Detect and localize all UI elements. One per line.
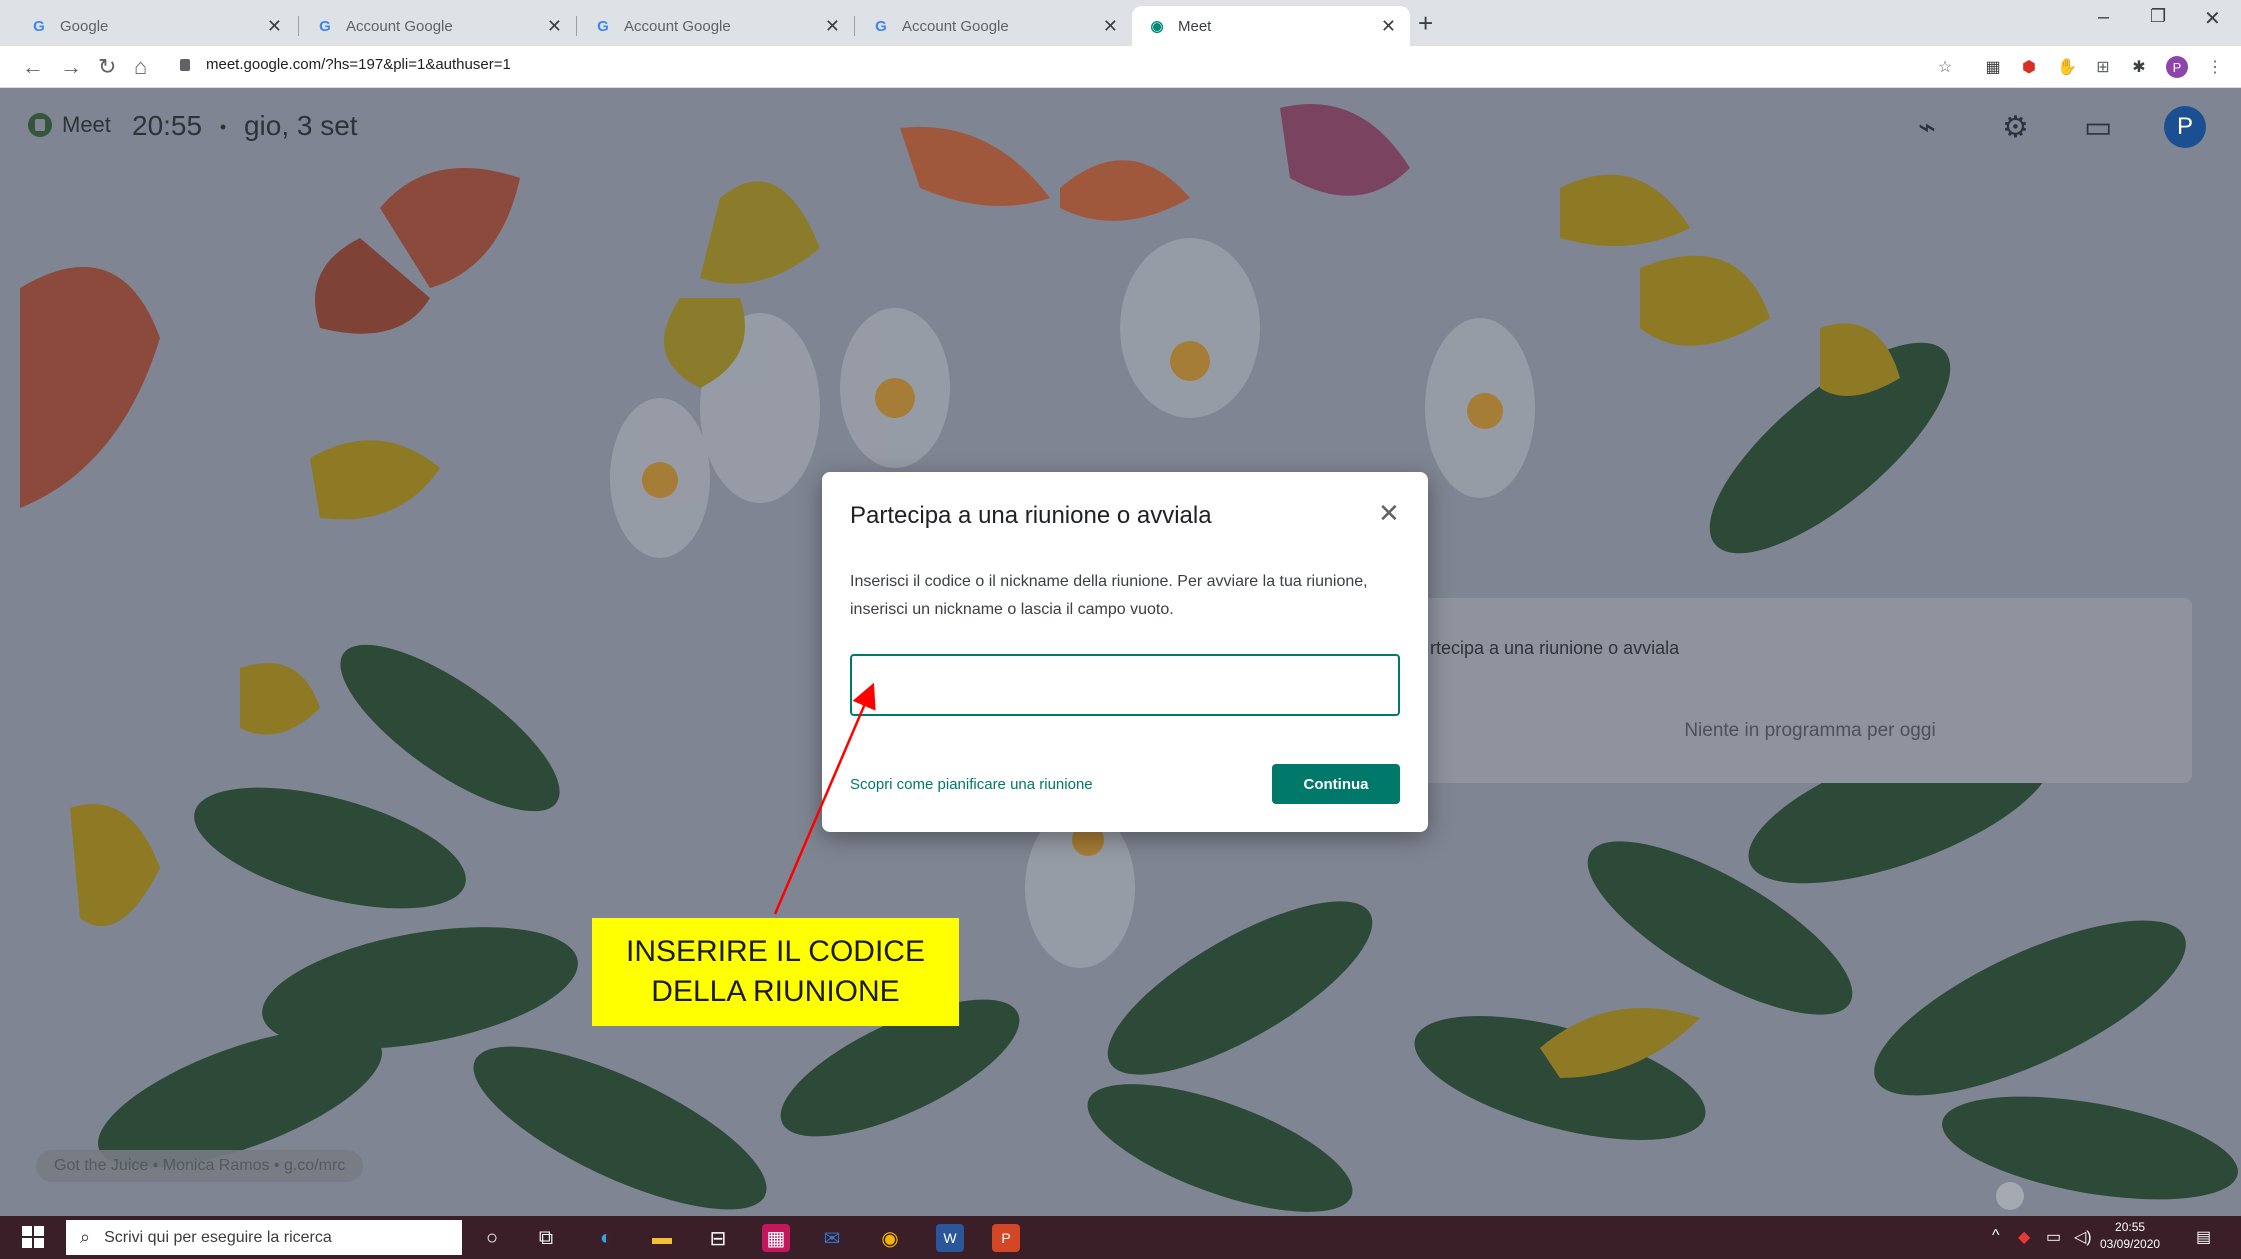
lock-icon	[180, 58, 190, 71]
settings-gear-icon[interactable]: ⚙	[2002, 110, 2029, 145]
taskbar-search-box[interactable]: ⌕ Scrivi qui per eseguire la ricerca	[66, 1220, 462, 1255]
extensions-puzzle-icon[interactable]: ✱	[2128, 56, 2150, 78]
close-tab-icon[interactable]: ✕	[547, 16, 562, 37]
tab-separator	[576, 16, 577, 36]
close-tab-icon[interactable]: ✕	[1103, 16, 1118, 37]
separator-dot: •	[219, 117, 227, 138]
network-icon[interactable]: ▭	[2046, 1227, 2061, 1247]
new-tab-button[interactable]: +	[1418, 8, 1433, 39]
tab-label: Account Google	[624, 17, 731, 35]
tab-account-google-2[interactable]: G Account Google ✕	[578, 6, 854, 46]
meet-icon: ◉	[1150, 18, 1164, 35]
google-icon: G	[597, 17, 609, 35]
search-icon: ⌕	[80, 1227, 91, 1247]
notifications-icon[interactable]: ▤	[2196, 1227, 2211, 1247]
tab-label: Account Google	[902, 17, 1009, 35]
taskbar-clock[interactable]: 20:55 03/09/2020	[2100, 1219, 2160, 1253]
tab-meet[interactable]: ◉ Meet ✕	[1132, 6, 1410, 46]
dialog-title: Partecipa a una riunione o avviala	[850, 502, 1212, 529]
side-card-title[interactable]: rtecipa a una riunione o avviala	[1430, 638, 1679, 659]
address-bar[interactable]: meet.google.com/?hs=197&pli=1&authuser=1	[180, 56, 511, 73]
meeting-code-input[interactable]	[852, 656, 1398, 714]
mail-icon[interactable]: ✉	[818, 1224, 846, 1252]
profile-avatar[interactable]: P	[2166, 56, 2188, 78]
chrome-icon[interactable]: ◉	[876, 1224, 904, 1252]
minimize-button[interactable]: –	[2098, 6, 2109, 29]
powerpoint-icon[interactable]: P	[992, 1224, 1020, 1252]
callout-line-1: INSERIRE IL CODICE	[626, 935, 925, 968]
tray-app-icon[interactable]: ◆	[2018, 1227, 2030, 1247]
help-bubble[interactable]	[1996, 1182, 2024, 1210]
meet-logo-icon	[28, 113, 52, 137]
browser-toolbar: ← → ↻ ⌂ meet.google.com/?hs=197&pli=1&au…	[0, 46, 2241, 88]
word-icon[interactable]: W	[936, 1224, 964, 1252]
close-icon[interactable]: ✕	[1378, 498, 1400, 529]
join-meeting-dialog: Partecipa a una riunione o avviala ✕ Ins…	[822, 472, 1428, 832]
account-avatar[interactable]: P	[2164, 106, 2206, 148]
dialog-description: Inserisci il codice o il nickname della …	[850, 573, 1368, 618]
home-icon[interactable]: ⌂	[134, 54, 147, 80]
tab-separator	[854, 16, 855, 36]
menu-icon[interactable]: ⋮	[2204, 56, 2226, 78]
bookmark-star-icon[interactable]: ☆	[1934, 56, 1956, 78]
tray-chevron-icon[interactable]: ^	[1992, 1227, 2000, 1245]
restore-button[interactable]: ❐	[2150, 6, 2166, 27]
extension-shield-icon[interactable]: ⬢	[2018, 56, 2040, 78]
tab-google[interactable]: G Google ✕	[14, 6, 296, 46]
tab-strip: G Google ✕ G Account Google ✕ G Account …	[0, 0, 2241, 46]
taskbar-search-placeholder: Scrivi qui per eseguire la ricerca	[104, 1228, 332, 1246]
extension-icon[interactable]: ▦	[1982, 56, 2004, 78]
tab-account-google-1[interactable]: G Account Google ✕	[300, 6, 576, 46]
current-time: 20:55	[132, 110, 203, 141]
url-text: meet.google.com/?hs=197&pli=1&authuser=1	[206, 56, 511, 73]
continue-button[interactable]: Continua	[1272, 764, 1400, 804]
meeting-side-card: rtecipa a una riunione o avviala Niente …	[1400, 598, 2192, 783]
close-tab-icon[interactable]: ✕	[1381, 16, 1396, 37]
activity-chart-icon[interactable]: ⌁	[1918, 110, 1936, 145]
feedback-icon[interactable]: ▭	[2084, 110, 2112, 145]
current-date: gio, 3 set	[243, 110, 358, 141]
tab-label: Meet	[1178, 17, 1212, 35]
windows-taskbar: ⌕ Scrivi qui per eseguire la ricerca ○ ⧉…	[0, 1216, 2241, 1259]
close-window-button[interactable]: ✕	[2204, 6, 2221, 31]
tab-label: Google	[60, 17, 109, 35]
meet-logo[interactable]: Meet	[28, 112, 111, 138]
learn-schedule-link[interactable]: Scopri come pianificare una riunione	[850, 776, 1093, 793]
background-credits[interactable]: Got the Juice • Monica Ramos • g.co/mrc	[36, 1150, 364, 1182]
meet-logo-label: Meet	[62, 112, 111, 137]
store-icon[interactable]: ⊟	[704, 1224, 732, 1252]
close-tab-icon[interactable]: ✕	[267, 16, 282, 37]
google-icon: G	[875, 17, 887, 35]
annotation-callout: INSERIRE IL CODICE DELLA RIUNIONE	[592, 918, 959, 1026]
screen: { "browser": { "tabs": [ {"label": "Goog…	[0, 0, 2241, 1259]
reload-icon[interactable]: ↻	[98, 54, 116, 80]
file-explorer-icon[interactable]: ▬	[648, 1224, 676, 1252]
extension-grid-icon[interactable]: ⊞	[2092, 56, 2114, 78]
no-meetings-text: Niente in programma per oggi	[1684, 720, 1936, 741]
tab-separator	[298, 16, 299, 36]
callout-line-2: DELLA RIUNIONE	[651, 975, 900, 1008]
cortana-icon[interactable]: ○	[478, 1224, 506, 1252]
edge-icon[interactable]: ◐	[592, 1224, 620, 1252]
google-icon: G	[319, 17, 331, 35]
calendar-app-icon[interactable]: ▦	[762, 1224, 790, 1252]
tab-account-google-3[interactable]: G Account Google ✕	[856, 6, 1132, 46]
meeting-code-field[interactable]	[850, 654, 1400, 716]
date-time: 20:55 • gio, 3 set	[132, 110, 358, 142]
task-view-icon[interactable]: ⧉	[532, 1224, 560, 1252]
taskbar-time: 20:55	[2115, 1220, 2146, 1234]
windows-start-icon[interactable]	[22, 1226, 44, 1248]
forward-icon[interactable]: →	[60, 54, 82, 80]
tab-label: Account Google	[346, 17, 453, 35]
extension-hand-icon[interactable]: ✋	[2056, 56, 2078, 78]
back-icon[interactable]: ←	[22, 54, 44, 80]
volume-icon[interactable]: ◁)	[2074, 1227, 2092, 1247]
google-icon: G	[33, 17, 45, 35]
taskbar-date: 03/09/2020	[2100, 1237, 2161, 1251]
close-tab-icon[interactable]: ✕	[825, 16, 840, 37]
